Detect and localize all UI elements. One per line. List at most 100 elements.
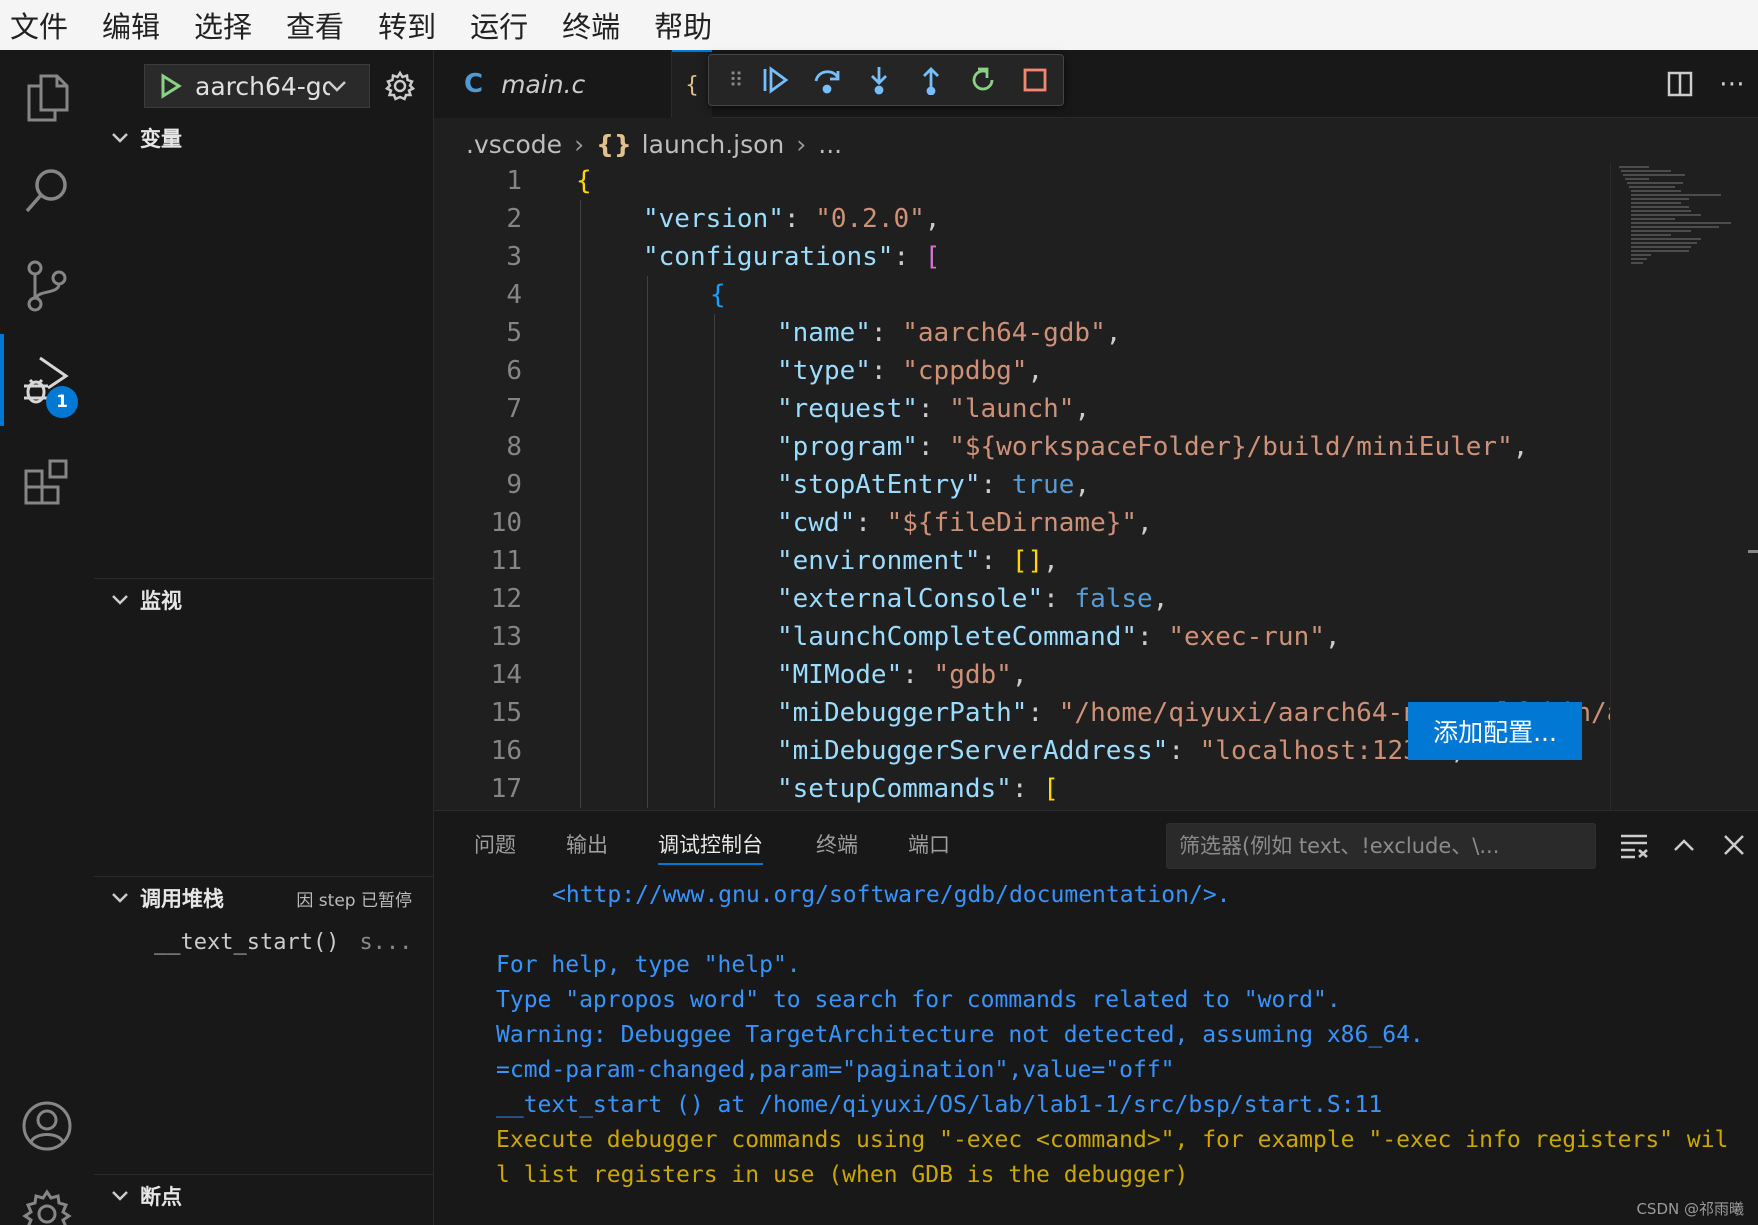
drag-handle-icon[interactable]: ⠿: [723, 68, 749, 92]
panel-tab-bar: 问题 输出 调试控制台 终端 端口: [434, 811, 1758, 877]
watermark: CSDN @祁雨曦: [1636, 1200, 1744, 1218]
minimap-line: [1629, 186, 1675, 188]
code-line: 8 "program": "${workspaceFolder}/build/mi…: [434, 428, 1610, 466]
callstack-frame[interactable]: __text_start() s...: [154, 930, 412, 955]
run-config-selector[interactable]: aarch64-gdb: [144, 64, 370, 108]
extensions-button[interactable]: [0, 436, 94, 528]
clear-console-button[interactable]: [1610, 821, 1658, 869]
watch-section-header[interactable]: 监视: [94, 580, 434, 620]
tab-terminal[interactable]: 终端: [816, 811, 858, 877]
breakpoints-section-title: 断点: [140, 1185, 182, 1209]
minimap-line: [1631, 206, 1689, 208]
line-number: 12: [490, 584, 522, 614]
code-token: ,: [1105, 318, 1122, 348]
line-number: 3: [506, 242, 522, 272]
console-line: l list registers in use (when GDB is the…: [496, 1162, 1189, 1188]
code-text: "setupCommands": [: [777, 774, 1059, 804]
continue-button[interactable]: [749, 56, 801, 104]
run-debug-button[interactable]: 1: [0, 334, 94, 426]
code-token: :: [870, 318, 903, 348]
code-token: "launchCompleteCommand": [777, 622, 1138, 652]
open-launch-json-gear-icon[interactable]: [384, 70, 416, 102]
code-token: "setupCommands": [777, 774, 1012, 804]
minimap-line: [1631, 226, 1719, 228]
search-button[interactable]: [0, 144, 94, 236]
explorer-button[interactable]: [0, 52, 94, 144]
restart-icon: [972, 67, 994, 91]
maximize-panel-button[interactable]: [1660, 821, 1708, 869]
stop-button[interactable]: [1009, 56, 1061, 104]
minimap[interactable]: [1610, 162, 1758, 810]
run-config-name[interactable]: aarch64-gdb: [195, 72, 330, 101]
code-line: 9 "stopAtEntry": true,: [434, 466, 1610, 504]
minimap-line: [1631, 202, 1681, 204]
minimap-line: [1631, 210, 1691, 212]
menu-terminal[interactable]: 终端: [560, 4, 622, 46]
account-button[interactable]: [0, 1080, 94, 1172]
code-token: "cwd": [777, 508, 856, 538]
tab-problems[interactable]: 问题: [474, 811, 516, 877]
variables-section-header[interactable]: 变量: [94, 118, 434, 158]
menu-help[interactable]: 帮助: [652, 4, 714, 46]
step-into-button[interactable]: [853, 56, 905, 104]
minimap-line: [1631, 214, 1701, 216]
tab-main-c[interactable]: C main.c: [434, 50, 672, 118]
start-debugging-icon[interactable]: [155, 71, 185, 101]
step-out-button[interactable]: [905, 56, 957, 104]
clear-console-icon: [1621, 834, 1648, 859]
code-token: "cppdbg": [902, 356, 1028, 386]
more-actions-icon[interactable]: ⋯: [1706, 58, 1758, 110]
code-text: "program": "${workspaceFolder}/build/min…: [777, 432, 1528, 462]
code-token: "name": [777, 318, 871, 348]
minimap-line: [1631, 250, 1689, 252]
code-line: 7 "request": "launch",: [434, 390, 1610, 428]
code-text: "miDebuggerServerAddress": "localhost:12…: [777, 736, 1466, 766]
code-token: "miDebuggerPath": [777, 698, 1028, 728]
minimap-line: [1631, 230, 1691, 232]
code-token: "MIMode": [777, 660, 903, 690]
indent-guide: [714, 314, 715, 808]
indent-guide: [647, 276, 648, 808]
breadcrumb-folder[interactable]: .vscode: [466, 130, 562, 159]
tab-ports[interactable]: 端口: [908, 811, 950, 877]
chevron-down-icon[interactable]: [326, 75, 348, 97]
run-debug-sidebar: aarch64-gdb 变量 监视 调用堆栈 因 step 已暂停 __text…: [94, 50, 434, 1225]
restart-button[interactable]: [957, 56, 1009, 104]
code-token: ,: [1011, 660, 1028, 690]
debug-console-output[interactable]: <http://www.gnu.org/software/gdb/documen…: [496, 877, 1758, 1225]
manage-button[interactable]: [0, 1168, 94, 1225]
menu-run[interactable]: 运行: [468, 4, 530, 46]
code-token: ,: [1043, 546, 1059, 576]
close-panel-button[interactable]: [1710, 821, 1758, 869]
section-divider: [94, 1174, 434, 1175]
callstack-section-header[interactable]: 调用堆栈 因 step 已暂停: [94, 878, 434, 918]
step-over-button[interactable]: [801, 56, 853, 104]
code-token: :: [783, 204, 816, 234]
menu-edit[interactable]: 编辑: [100, 4, 162, 46]
tab-launch-json[interactable]: {: [672, 50, 712, 118]
code-token: :: [870, 356, 903, 386]
filter-input[interactable]: [1179, 834, 1589, 858]
menu-view[interactable]: 查看: [284, 4, 346, 46]
add-configuration-button[interactable]: 添加配置...: [1408, 702, 1582, 760]
console-filter[interactable]: [1166, 823, 1596, 869]
tab-output[interactable]: 输出: [566, 811, 608, 877]
code-line: 13 "launchCompleteCommand": "exec-run",: [434, 618, 1610, 656]
code-token: {: [576, 166, 592, 196]
code-line: 2 "version": "0.2.0",: [434, 200, 1610, 238]
menu-go[interactable]: 转到: [376, 4, 438, 46]
code-token: "gdb": [933, 660, 1012, 690]
menu-selection[interactable]: 选择: [192, 4, 254, 46]
tab-debug-console[interactable]: 调试控制台: [658, 811, 763, 877]
code-token: "launch": [949, 394, 1075, 424]
scrollbar-indicator[interactable]: [1748, 550, 1758, 553]
source-control-button[interactable]: [0, 240, 94, 332]
breakpoints-section-header[interactable]: 断点: [94, 1176, 434, 1216]
breadcrumb-file[interactable]: launch.json: [642, 130, 785, 159]
minimap-line: [1631, 198, 1689, 200]
menu-file[interactable]: 文件: [8, 4, 70, 46]
breadcrumb-more[interactable]: ...: [818, 130, 842, 159]
line-number: 6: [506, 356, 522, 386]
code-text: "environment": [],: [777, 546, 1059, 576]
split-editor-button[interactable]: [1654, 58, 1706, 110]
